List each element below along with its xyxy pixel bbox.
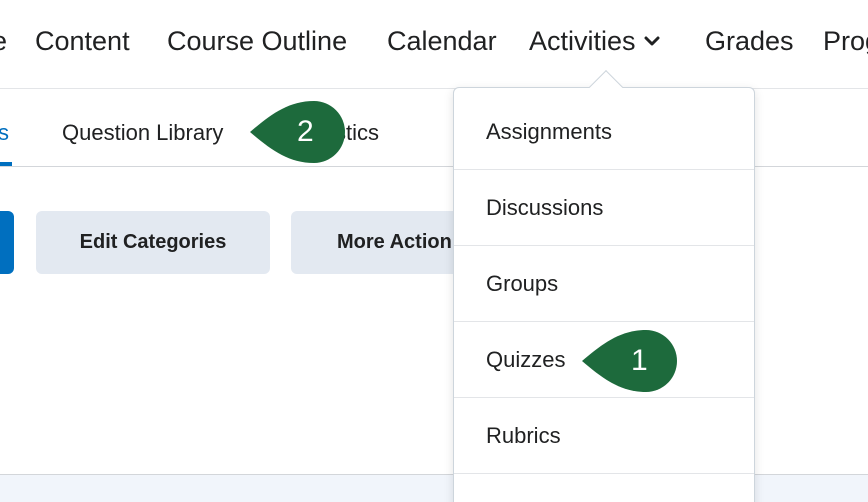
menu-item-label: Discussions <box>486 194 604 220</box>
menu-item-label: Assignments <box>486 118 612 144</box>
nav-item-calendar[interactable]: Calendar <box>387 26 497 57</box>
menu-item-discussions[interactable]: Discussions <box>454 170 754 246</box>
more-actions-button[interactable]: More Action <box>291 211 466 274</box>
more-actions-label: More Action <box>337 231 452 253</box>
primary-button[interactable] <box>0 211 14 274</box>
nav-item-progress[interactable]: Prog <box>823 26 868 57</box>
nav-item-partial-left[interactable]: e <box>0 26 7 57</box>
menu-item-groups[interactable]: Groups <box>454 246 754 322</box>
nav-item-course-outline[interactable]: Course Outline <box>167 26 347 57</box>
callout-1-number: 1 <box>631 344 648 377</box>
nav-item-activities[interactable]: Activities <box>529 26 660 57</box>
menu-item-assignments[interactable]: Assignments <box>454 94 754 170</box>
nav-item-grades[interactable]: Grades <box>705 26 794 57</box>
edit-categories-button[interactable]: Edit Categories <box>36 211 270 274</box>
menu-item-label: Groups <box>486 270 559 296</box>
nav-item-content[interactable]: Content <box>35 26 130 57</box>
activities-dropdown-menu: Assignments Discussions Groups Quizzes R… <box>453 87 755 502</box>
tab-active-partial[interactable]: s <box>0 120 9 146</box>
menu-item-label: Rubrics <box>486 422 561 448</box>
chevron-down-icon <box>644 36 660 46</box>
menu-item-rubrics[interactable]: Rubrics <box>454 398 754 474</box>
nav-item-activities-label: Activities <box>529 26 636 56</box>
menu-item-label: Quizzes <box>486 346 566 372</box>
callout-2-number: 2 <box>297 115 314 148</box>
tab-question-library[interactable]: Question Library <box>62 120 223 146</box>
active-tab-indicator <box>0 162 12 166</box>
top-navigation: e Content Course Outline Calendar Activi… <box>0 0 868 89</box>
edit-categories-label: Edit Categories <box>79 231 227 253</box>
